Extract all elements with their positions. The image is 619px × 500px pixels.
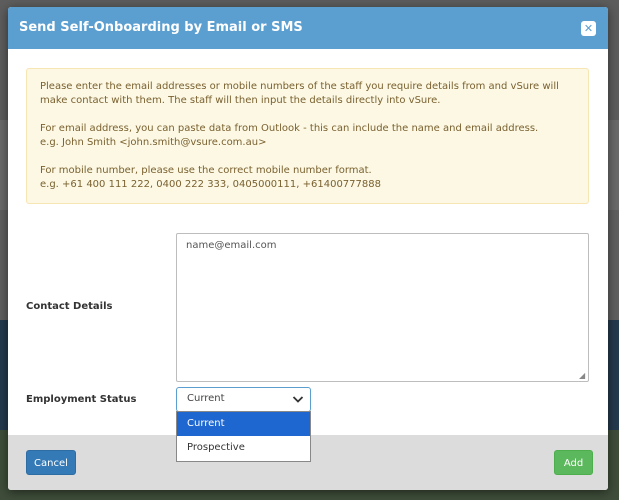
modal-title: Send Self-Onboarding by Email or SMS [19, 20, 303, 35]
contact-placeholder: name@email.com [186, 240, 277, 251]
option-prospective[interactable]: Prospective [177, 436, 310, 460]
alert-text: For email address, you can paste data fr… [40, 123, 539, 134]
contact-details-label: Contact Details [26, 301, 113, 312]
add-button[interactable]: Add [554, 450, 593, 475]
employment-status-value: Current [187, 393, 225, 404]
employment-status-select[interactable]: Current [176, 387, 311, 412]
close-icon[interactable]: ✕ [581, 21, 596, 36]
chevron-down-icon [292, 396, 304, 403]
cancel-button[interactable]: Cancel [26, 450, 76, 475]
alert-text: Please enter the email addresses or mobi… [40, 81, 559, 106]
instructions-alert: Please enter the email addresses or mobi… [26, 68, 589, 204]
alert-text: e.g. +61 400 111 222, 0400 222 333, 0405… [40, 179, 381, 190]
option-current[interactable]: Current [177, 412, 310, 436]
employment-status-label: Employment Status [26, 394, 137, 405]
alert-text: e.g. John Smith <john.smith@vsure.com.au… [40, 137, 267, 148]
modal-header: Send Self-Onboarding by Email or SMS ✕ [8, 7, 608, 49]
self-onboarding-modal: Send Self-Onboarding by Email or SMS ✕ P… [8, 7, 608, 490]
resize-grip-icon[interactable]: ◢ [579, 372, 587, 380]
employment-status-dropdown: Current Prospective [176, 411, 311, 462]
contact-details-textarea[interactable]: name@email.com ◢ [176, 233, 589, 382]
alert-text: For mobile number, please use the correc… [40, 165, 372, 176]
